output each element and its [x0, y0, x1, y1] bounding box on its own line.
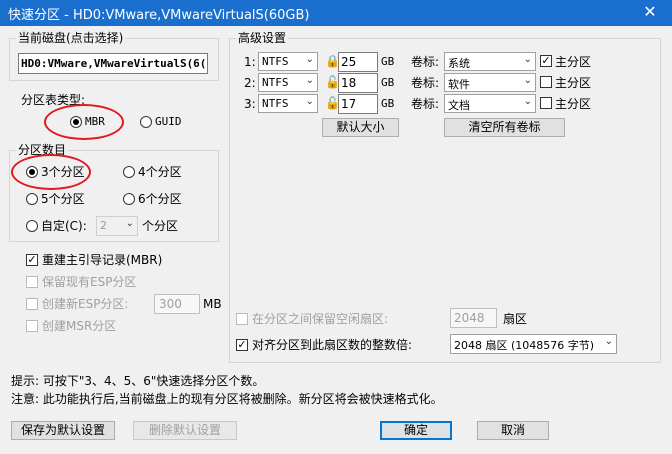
keep-esp-label: 保留现有ESP分区 [42, 275, 137, 289]
reserve-sectors-field[interactable]: 2048 [450, 308, 497, 328]
four-partitions-radio[interactable] [123, 166, 135, 178]
row-3-index: 3: [244, 97, 256, 111]
advanced-label: 高级设置 [236, 31, 289, 45]
four-partitions-label[interactable]: 4个分区 [138, 164, 182, 180]
rebuild-mbr-checkbox[interactable]: ✓ [26, 254, 38, 266]
keep-esp-checkbox[interactable] [26, 276, 38, 288]
row-1-primary-label[interactable]: 主分区 [555, 54, 591, 70]
row-2-label-select[interactable]: 软件 ⌄ [444, 73, 536, 92]
clear-labels-button[interactable]: 清空所有卷标 [444, 118, 565, 137]
chevron-down-icon: ⌄ [604, 336, 613, 347]
align-partitions-checkbox[interactable]: ✓ [236, 339, 248, 351]
row-1-size-value: 25 [341, 55, 357, 69]
row-3-primary-checkbox[interactable] [540, 97, 552, 109]
chevron-down-icon: ⌄ [305, 96, 314, 107]
row-3-label-caption: 卷标: [411, 97, 440, 111]
row-3-fs-value: NTFS [262, 97, 289, 110]
row-1-label-select[interactable]: 系统 ⌄ [444, 52, 536, 71]
window-title: 快速分区 - HD0:VMware,VMwareVirtualS(60GB) [8, 8, 310, 23]
chevron-down-icon: ⌄ [305, 75, 314, 86]
close-icon[interactable]: ✕ [628, 0, 672, 26]
disk-group-label: 当前磁盘(点击选择) [16, 31, 126, 45]
reserve-sectors-checkbox[interactable] [236, 313, 248, 325]
row-3-fs-select[interactable]: NTFS ⌄ [258, 94, 318, 113]
row-2-label-value: 软件 [448, 78, 470, 91]
reserve-sectors-unit: 扇区 [503, 312, 528, 326]
disk-select-field[interactable]: HD0:VMware,VMwareVirtualS(6( [18, 53, 208, 74]
chevron-down-icon: ⌄ [523, 75, 532, 86]
default-size-button[interactable]: 默认大小 [322, 118, 399, 137]
row-2-fs-select[interactable]: NTFS ⌄ [258, 73, 318, 92]
custom-partitions-label[interactable]: 自定(C): [41, 218, 87, 234]
three-partitions-highlight-circle [11, 154, 91, 190]
custom-count-select[interactable]: 2 ⌄ [96, 216, 138, 236]
cancel-button[interactable]: 取消 [477, 421, 549, 440]
align-partitions-label[interactable]: 对齐分区到此扇区数的整数倍: [252, 337, 412, 353]
row-1-fs-select[interactable]: NTFS ⌄ [258, 52, 318, 71]
row-1-primary-checkbox[interactable]: ✓ [540, 55, 552, 67]
guid-radio[interactable] [140, 116, 152, 128]
disk-value: HD0:VMware,VMwareVirtualS(6( [21, 57, 207, 70]
row-1-fs-value: NTFS [262, 55, 289, 68]
row-1-size-input[interactable]: 25 [338, 52, 378, 72]
create-msr-label: 创建MSR分区 [42, 319, 117, 333]
row-2-size-input[interactable]: 18 [338, 73, 378, 93]
guid-label[interactable]: GUID [155, 114, 182, 130]
row-1-index: 1: [244, 55, 256, 69]
row-3-size-value: 17 [341, 97, 357, 111]
custom-count-suffix: 个分区 [142, 219, 179, 233]
row-3-label-select[interactable]: 文档 ⌄ [444, 94, 536, 113]
chevron-down-icon: ⌄ [305, 54, 314, 65]
row-2-size-value: 18 [341, 76, 357, 90]
five-partitions-radio[interactable] [26, 193, 38, 205]
custom-count-value: 2 [100, 219, 107, 232]
create-esp-label: 创建新ESP分区: [42, 297, 129, 311]
create-esp-checkbox[interactable] [26, 298, 38, 310]
note-text: 注意: 此功能执行后,当前磁盘上的现有分区将被删除。新分区将会被快速格式化。 [11, 392, 443, 406]
row-1-label-caption: 卷标: [411, 55, 440, 69]
five-partitions-label[interactable]: 5个分区 [41, 191, 85, 207]
create-msr-checkbox[interactable] [26, 320, 38, 332]
row-3-label-value: 文档 [448, 99, 470, 112]
align-sectors-value: 2048 扇区 (1048576 字节) [454, 339, 595, 352]
reserve-sectors-value: 2048 [454, 311, 485, 325]
delete-default-button[interactable]: 删除默认设置 [133, 421, 237, 440]
reserve-sectors-label: 在分区之间保留空闲扇区: [252, 312, 389, 326]
six-partitions-label[interactable]: 6个分区 [138, 191, 182, 207]
save-default-button[interactable]: 保存为默认设置 [11, 421, 115, 440]
row-1-unit: GB [381, 55, 395, 68]
row-2-fs-value: NTFS [262, 76, 289, 89]
rebuild-mbr-label[interactable]: 重建主引导记录(MBR) [42, 252, 162, 268]
row-3-size-input[interactable]: 17 [338, 94, 378, 114]
chevron-down-icon: ⌄ [523, 54, 532, 65]
row-3-primary-label[interactable]: 主分区 [555, 96, 591, 112]
row-2-index: 2: [244, 76, 256, 90]
esp-size-value: 300 [159, 297, 182, 311]
row-2-unit: GB [381, 76, 395, 89]
title-bar: 快速分区 - HD0:VMware,VMwareVirtualS(60GB) ✕ [0, 0, 672, 26]
custom-partitions-radio[interactable] [26, 220, 38, 232]
mbr-highlight-circle [44, 104, 124, 140]
chevron-down-icon: ⌄ [125, 218, 134, 229]
align-sectors-select[interactable]: 2048 扇区 (1048576 字节) ⌄ [450, 334, 617, 354]
esp-size-field[interactable]: 300 [154, 294, 200, 314]
ok-button[interactable]: 确定 [380, 421, 452, 440]
row-2-primary-label[interactable]: 主分区 [555, 75, 591, 91]
row-1-label-value: 系统 [448, 57, 470, 70]
tip-text: 提示: 可按下"3、4、5、6"快速选择分区个数。 [11, 374, 265, 388]
row-3-unit: GB [381, 97, 395, 110]
esp-unit: MB [203, 297, 222, 311]
chevron-down-icon: ⌄ [523, 96, 532, 107]
row-2-label-caption: 卷标: [411, 76, 440, 90]
row-2-primary-checkbox[interactable] [540, 76, 552, 88]
six-partitions-radio[interactable] [123, 193, 135, 205]
